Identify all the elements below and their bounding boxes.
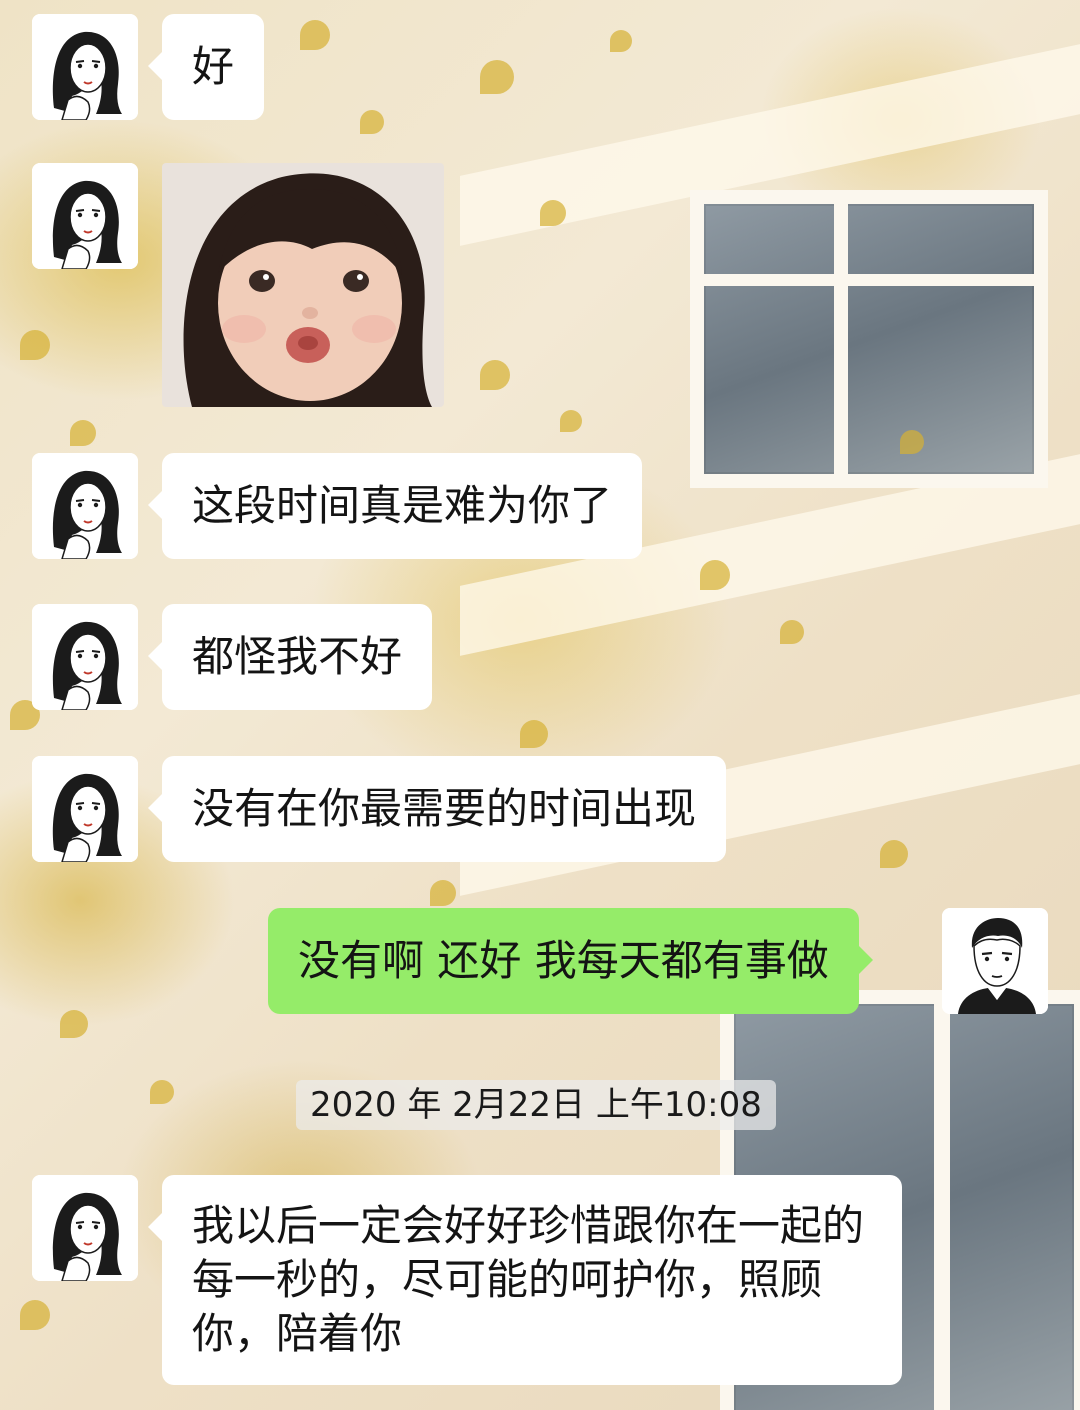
pouting-girl-sticker-icon (162, 163, 444, 407)
message-row: 没有在你最需要的时间出现 (0, 756, 1080, 862)
chat-view: 好 这段时间真是难为你了 都怪我不好 没有在你最需要的时间出现 没有啊 还好 我… (0, 0, 1080, 1410)
sticker-message[interactable] (162, 163, 444, 407)
self-avatar[interactable] (942, 908, 1048, 1014)
message-row: 好 (0, 14, 1080, 120)
boy-sketch-avatar-icon (942, 908, 1048, 1014)
girl-sketch-avatar-icon (32, 163, 138, 269)
contact-avatar[interactable] (32, 1175, 138, 1281)
girl-sketch-avatar-icon (32, 453, 138, 559)
girl-sketch-avatar-icon (32, 14, 138, 120)
message-bubble[interactable]: 都怪我不好 (147, 604, 433, 710)
contact-avatar[interactable] (32, 163, 138, 269)
message-bubble[interactable]: 没有在你最需要的时间出现 (147, 756, 727, 862)
message-bubble-self[interactable]: 没有啊 还好 我每天都有事做 (268, 908, 873, 1014)
message-row: 都怪我不好 (0, 604, 1080, 710)
message-bubble[interactable]: 好 (147, 14, 265, 120)
contact-avatar[interactable] (32, 453, 138, 559)
contact-avatar[interactable] (32, 756, 138, 862)
contact-avatar[interactable] (32, 14, 138, 120)
contact-avatar[interactable] (32, 604, 138, 710)
message-row: 我以后一定会好好珍惜跟你在一起的每一秒的，尽可能的呵护你，照顾你，陪着你 (0, 1175, 1080, 1385)
message-row: 这段时间真是难为你了 (0, 453, 1080, 559)
girl-sketch-avatar-icon (32, 604, 138, 710)
girl-sketch-avatar-icon (32, 1175, 138, 1281)
message-row: 没有啊 还好 我每天都有事做 (0, 908, 1080, 1014)
girl-sketch-avatar-icon (32, 756, 138, 862)
timestamp: 2020 年 2月22日 上午10:08 (296, 1080, 776, 1130)
message-bubble[interactable]: 我以后一定会好好珍惜跟你在一起的每一秒的，尽可能的呵护你，照顾你，陪着你 (148, 1175, 902, 1385)
message-bubble[interactable]: 这段时间真是难为你了 (147, 453, 643, 559)
message-row (0, 163, 1080, 407)
